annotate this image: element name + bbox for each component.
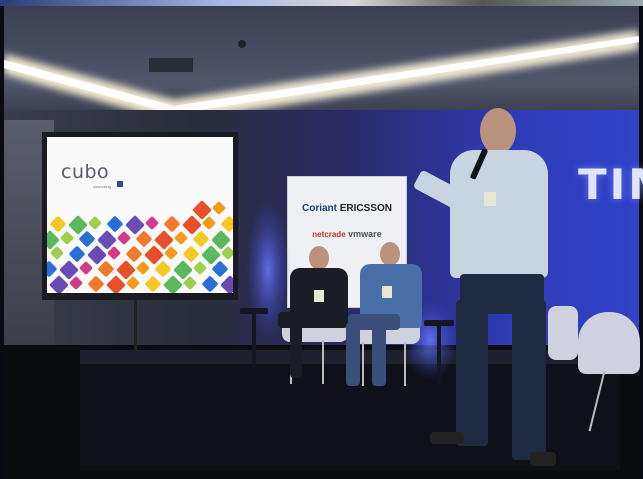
- empty-chair: [548, 306, 578, 360]
- side-table-right-leg: [437, 324, 441, 384]
- legs: [290, 320, 302, 378]
- name-badge: [314, 290, 324, 302]
- name-badge: [484, 192, 496, 206]
- head: [309, 246, 329, 270]
- legs: [346, 322, 360, 386]
- legs: [456, 300, 488, 446]
- legs: [512, 300, 546, 460]
- shoe: [430, 432, 464, 444]
- head: [480, 108, 516, 154]
- shoe: [530, 452, 556, 466]
- legs: [372, 322, 386, 386]
- photo: cubo coworking Coriant ERICSSON netcrade…: [0, 0, 643, 479]
- empty-chair: [578, 312, 640, 374]
- chair-leg: [362, 342, 364, 386]
- side-table-left-leg: [252, 312, 256, 368]
- head: [380, 242, 400, 266]
- chair-leg: [322, 340, 324, 384]
- chair-leg: [404, 342, 406, 386]
- name-badge: [382, 286, 392, 298]
